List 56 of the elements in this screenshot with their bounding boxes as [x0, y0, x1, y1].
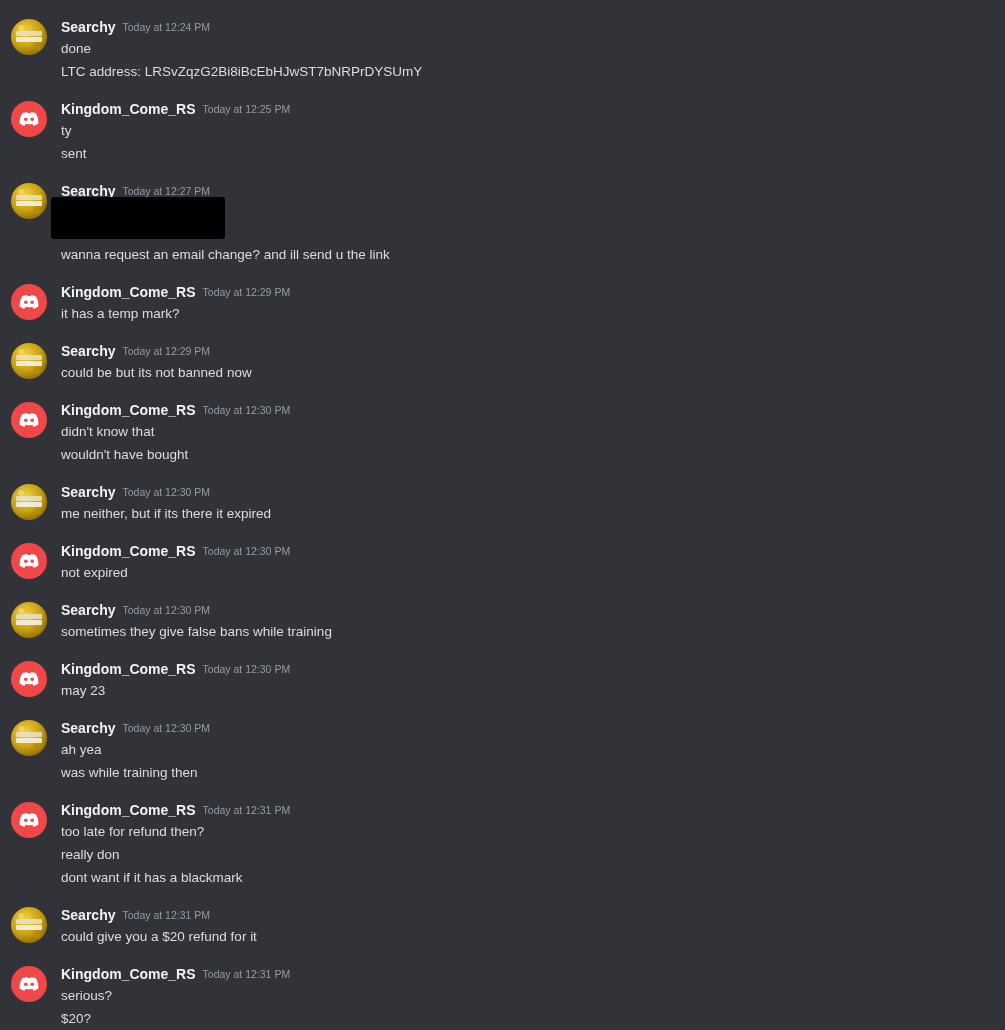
- message-text: too late for refund then?: [61, 823, 205, 841]
- timestamp: Today at 12:31 PM: [122, 909, 211, 921]
- username[interactable]: Searchy: [61, 343, 116, 359]
- username[interactable]: Searchy: [61, 907, 116, 923]
- message-text: LTC address: LRSvZqzG2Bi8iBcEbHJwST7bNRPrDYSUmY: [61, 63, 423, 81]
- username[interactable]: Kingdom_Come_RS: [61, 101, 196, 117]
- timestamp: Today at 12:31 PM: [202, 968, 291, 980]
- message-text: not expired: [61, 564, 128, 582]
- timestamp: Today at 12:30 PM: [122, 722, 211, 734]
- username[interactable]: Kingdom_Come_RS: [61, 284, 196, 300]
- username[interactable]: Searchy: [61, 484, 116, 500]
- timestamp: Today at 12:27 PM: [122, 185, 211, 197]
- username[interactable]: Searchy: [61, 183, 116, 199]
- username[interactable]: Kingdom_Come_RS: [61, 543, 196, 559]
- message-text: it has a temp mark?: [61, 305, 180, 323]
- timestamp: Today at 12:29 PM: [122, 345, 211, 357]
- username[interactable]: Kingdom_Come_RS: [61, 966, 196, 982]
- username[interactable]: Searchy: [61, 720, 116, 736]
- timestamp: Today at 12:30 PM: [202, 545, 291, 557]
- message-text: wouldn't have bought: [61, 446, 189, 464]
- message-text: ah yea: [61, 741, 102, 759]
- avatar-icon[interactable]: [11, 101, 47, 137]
- timestamp: Today at 12:30 PM: [122, 486, 211, 498]
- message-text: ty: [61, 122, 72, 140]
- avatar-icon[interactable]: [11, 661, 47, 697]
- username[interactable]: Kingdom_Come_RS: [61, 661, 196, 677]
- timestamp: Today at 12:25 PM: [202, 103, 291, 115]
- message-text: sent: [61, 145, 87, 163]
- message-text: didn't know that: [61, 423, 155, 441]
- message-text: really don: [61, 846, 120, 864]
- message-text: may 23: [61, 682, 106, 700]
- message-text: sometimes they give false bans while training: [61, 623, 332, 641]
- message-text: was while training then: [61, 764, 198, 782]
- message-text: could give you a $20 refund for it: [61, 928, 257, 946]
- avatar-icon[interactable]: [11, 543, 47, 579]
- message-text: done: [61, 40, 92, 58]
- message-text: me neither, but if its there it expired: [61, 505, 272, 523]
- message-text: serious?: [61, 987, 113, 1005]
- message-text: wanna request an email change? and ill send u the link: [61, 246, 390, 264]
- timestamp: Today at 12:31 PM: [202, 804, 291, 816]
- username[interactable]: Kingdom_Come_RS: [61, 402, 196, 418]
- timestamp: Today at 12:30 PM: [122, 604, 211, 616]
- timestamp: Today at 12:29 PM: [202, 286, 291, 298]
- username[interactable]: Kingdom_Come_RS: [61, 802, 196, 818]
- avatar-icon[interactable]: [11, 966, 47, 1002]
- username[interactable]: Searchy: [61, 19, 116, 35]
- timestamp: Today at 12:30 PM: [202, 663, 291, 675]
- avatar-icon[interactable]: [11, 284, 47, 320]
- timestamp: Today at 12:24 PM: [122, 21, 211, 33]
- message-text: dont want if it has a blackmark: [61, 869, 243, 887]
- username[interactable]: Searchy: [61, 602, 116, 618]
- message-text: $20?: [61, 1010, 92, 1028]
- avatar-icon[interactable]: [11, 402, 47, 438]
- timestamp: Today at 12:30 PM: [202, 404, 291, 416]
- avatar-icon[interactable]: [11, 802, 47, 838]
- message-text: could be but its not banned now: [61, 364, 252, 382]
